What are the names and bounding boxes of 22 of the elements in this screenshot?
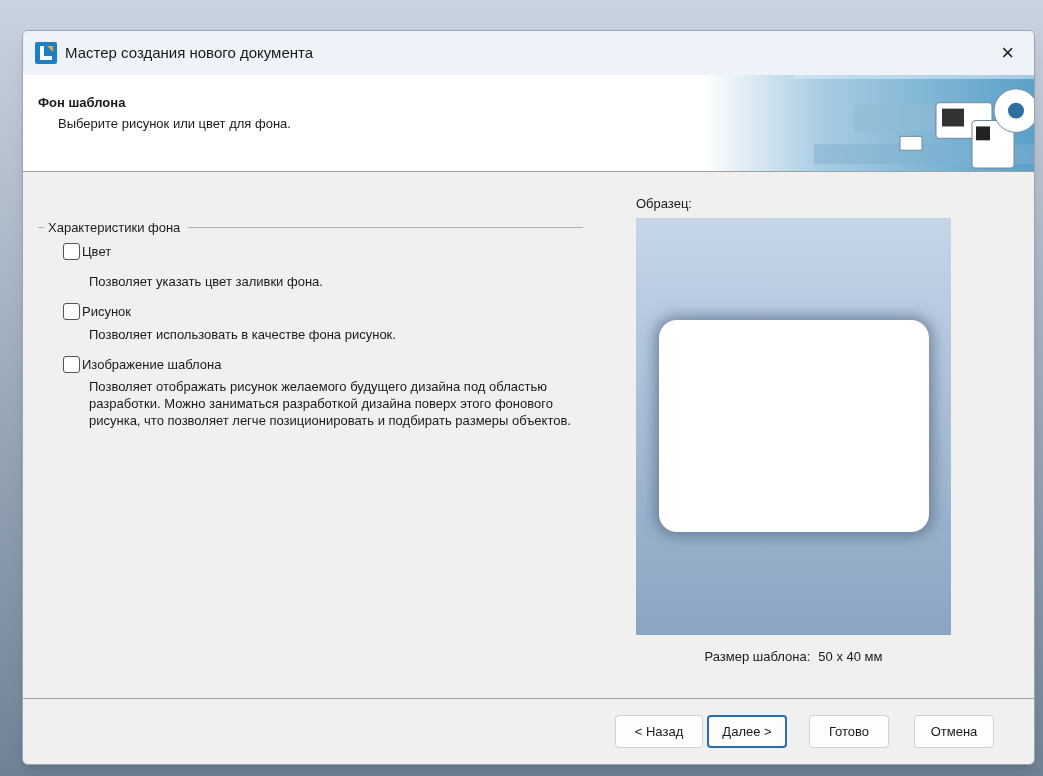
checkbox[interactable]	[63, 242, 80, 260]
wizard-button[interactable]: < Назад	[615, 715, 703, 748]
option-label[interactable]: Изображение шаблона	[82, 354, 222, 374]
preview-label: Образец:	[636, 195, 693, 213]
step-title: Фон шаблона	[38, 94, 127, 112]
checkbox[interactable]	[63, 355, 80, 373]
size-label: Размер шаблона:	[704, 647, 811, 666]
wizard-button[interactable]: Далее >	[707, 715, 787, 748]
wizard-button[interactable]: Отмена	[914, 715, 994, 748]
group-title: Характеристики фона	[48, 219, 181, 237]
step-subtitle: Выберите рисунок или цвет для фона.	[57, 114, 292, 133]
wizard-button[interactable]: Готово	[809, 715, 889, 748]
option-description: Позволяет использовать в качестве фона рисунок.	[88, 325, 397, 343]
option-description: Позволяет указать цвет заливки фона.	[88, 273, 324, 290]
option-label[interactable]: Цвет	[82, 241, 112, 261]
app-logo-icon	[35, 42, 57, 64]
close-button[interactable]: ×	[993, 42, 1022, 64]
option-description: Позволяет отображать рисунок желаемого будущего дизайна под областью разработки. Можно заниматься разработкой дизайна поверх этого фонового рисунка, что позволяет легче позиционировать и подбирать размеры объектов.	[88, 378, 572, 429]
size-value: 50 x 40 мм	[818, 647, 883, 666]
option-label[interactable]: Рисунок	[82, 302, 132, 322]
window-title: Мастер создания нового документа	[65, 42, 315, 63]
checkbox[interactable]	[63, 303, 80, 321]
